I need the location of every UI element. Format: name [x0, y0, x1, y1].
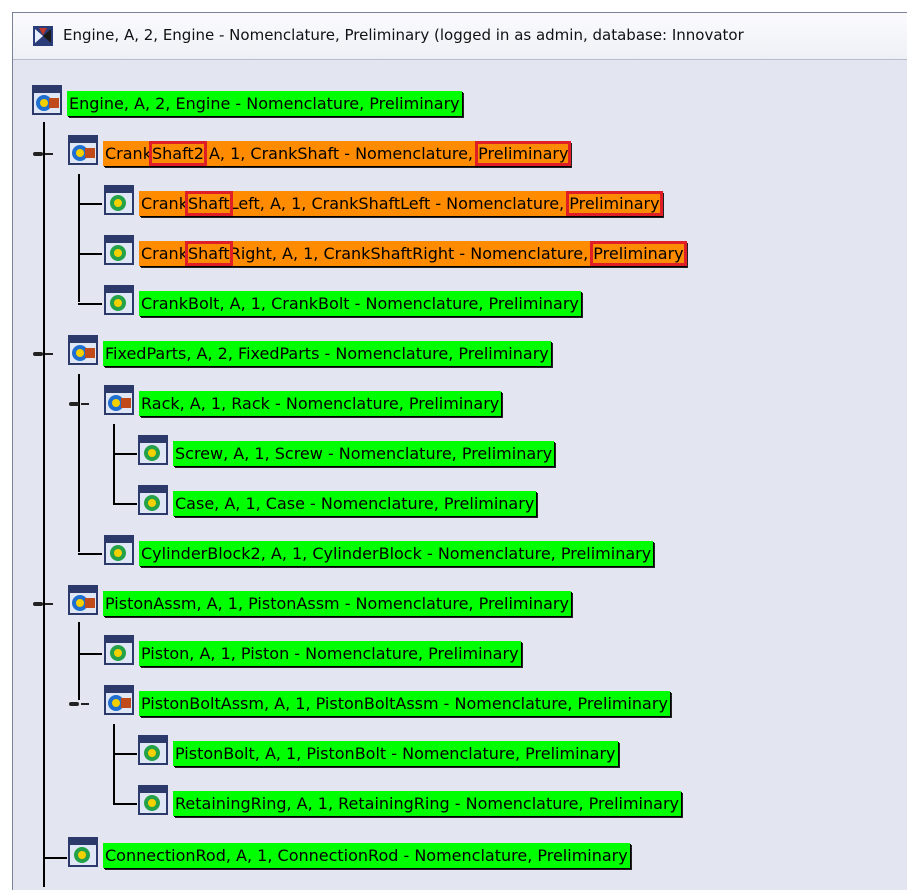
- highlighted-status: Preliminary: [590, 241, 687, 266]
- part-icon: [104, 535, 134, 565]
- product-tree[interactable]: Engine, A, 2, Engine - Nomenclature, Pre…: [13, 60, 907, 890]
- highlighted-segment: Shaft: [184, 241, 233, 266]
- part-icon: [104, 635, 134, 665]
- highlighted-segment: Shaft2: [148, 141, 207, 166]
- window-title: Engine, A, 2, Engine - Nomenclature, Pre…: [63, 26, 744, 44]
- tree-node-label: RetainingRing, A, 1, RetainingRing - Nom…: [173, 791, 681, 816]
- part-icon: [104, 285, 134, 315]
- collapse-toggle-rack[interactable]: [69, 400, 89, 408]
- label-segment: A, 1, CrankShaft - Nomenclature,: [203, 144, 479, 163]
- tree-node-label: PistonBolt, A, 1, PistonBolt - Nomenclat…: [173, 741, 618, 766]
- part-icon: [138, 735, 168, 765]
- tree-node-label: Rack, A, 1, Rack - Nomenclature, Prelimi…: [139, 391, 502, 416]
- label-segment: Crank: [105, 144, 152, 163]
- label-segment: Crank: [141, 194, 188, 213]
- tree-node-label: CrankShaftRight, A, 1, CrankShaftRight -…: [139, 241, 687, 266]
- tree-node-label: PistonBoltAssm, A, 1, PistonBoltAssm - N…: [139, 691, 670, 716]
- app-icon: [33, 26, 53, 46]
- tree-node-label: Screw, A, 1, Screw - Nomenclature, Preli…: [173, 441, 555, 466]
- tree-node-label: CrankShaft2 A, 1, CrankShaft - Nomenclat…: [103, 141, 572, 166]
- tree-node-label: CrankBolt, A, 1, CrankBolt - Nomenclatur…: [139, 291, 581, 316]
- highlighted-status: Preliminary: [475, 141, 572, 166]
- label-segment: Right, A, 1, CrankShaftRight - Nomenclat…: [229, 244, 594, 263]
- tree-node-label: Engine, A, 2, Engine - Nomenclature, Pre…: [67, 91, 462, 116]
- assembly-icon: [68, 335, 98, 365]
- highlighted-status: Preliminary: [566, 191, 663, 216]
- part-icon: [138, 435, 168, 465]
- label-segment: Crank: [141, 244, 188, 263]
- tree-node-label: Case, A, 1, Case - Nomenclature, Prelimi…: [173, 491, 537, 516]
- collapse-toggle-crankshaft2[interactable]: [33, 150, 53, 158]
- tree-node-label: Piston, A, 1, Piston - Nomenclature, Pre…: [139, 641, 521, 666]
- part-icon: [138, 785, 168, 815]
- title-bar: Engine, A, 2, Engine - Nomenclature, Pre…: [13, 13, 907, 60]
- part-icon: [138, 485, 168, 515]
- collapse-toggle-pistonassm[interactable]: [33, 600, 53, 608]
- part-icon: [68, 837, 98, 867]
- part-icon: [104, 235, 134, 265]
- label-segment: Left, A, 1, CrankShaftLeft - Nomenclatur…: [229, 194, 570, 213]
- assembly-icon: [104, 385, 134, 415]
- tree-node-label: CylinderBlock2, A, 1, CylinderBlock - No…: [139, 541, 654, 566]
- tree-node-label: PistonAssm, A, 1, PistonAssm - Nomenclat…: [103, 591, 571, 616]
- assembly-icon: [68, 135, 98, 165]
- tree-node-label: FixedParts, A, 2, FixedParts - Nomenclat…: [103, 341, 551, 366]
- app-window: Engine, A, 2, Engine - Nomenclature, Pre…: [12, 12, 907, 890]
- collapse-toggle-pistonboltassm[interactable]: [69, 700, 89, 708]
- assembly-icon: [32, 85, 62, 115]
- tree-node-label: CrankShaftLeft, A, 1, CrankShaftLeft - N…: [139, 191, 663, 216]
- highlighted-segment: Shaft: [184, 191, 233, 216]
- part-icon: [104, 185, 134, 215]
- collapse-toggle-fixedparts[interactable]: [33, 350, 53, 358]
- assembly-icon: [104, 685, 134, 715]
- assembly-icon: [68, 585, 98, 615]
- tree-node-label: ConnectionRod, A, 1, ConnectionRod - Nom…: [103, 843, 630, 868]
